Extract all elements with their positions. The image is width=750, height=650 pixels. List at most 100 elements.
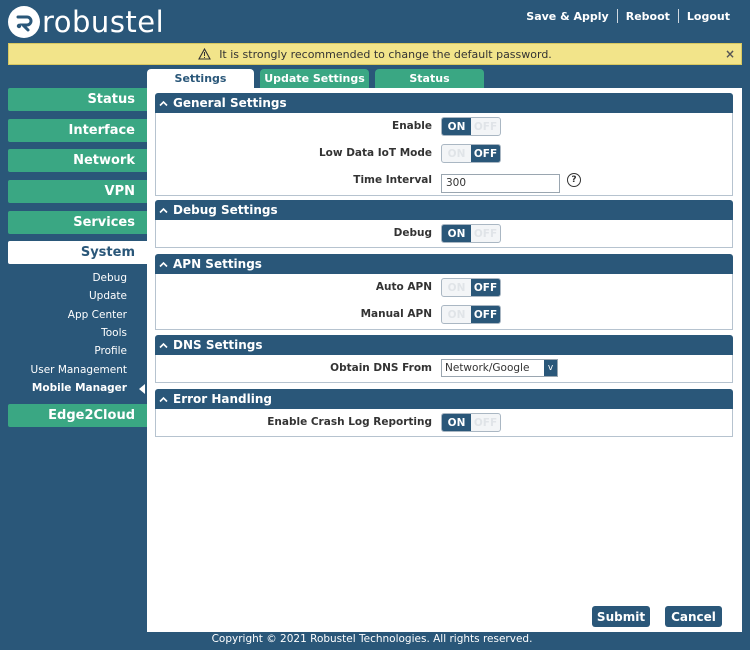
tab-update-settings[interactable]: Update Settings: [260, 69, 369, 88]
enable-toggle[interactable]: ON OFF: [441, 117, 501, 136]
password-warning-banner: It is strongly recommended to change the…: [8, 43, 742, 65]
submenu-update[interactable]: Update: [8, 287, 147, 305]
crash-log-toggle[interactable]: ON OFF: [441, 413, 501, 432]
auto-apn-toggle[interactable]: ON OFF: [441, 278, 501, 297]
time-interval-control: ?: [441, 171, 581, 193]
low-data-label: Low Data IoT Mode: [318, 147, 432, 159]
select-value: Network/Google: [445, 362, 530, 374]
tab-status[interactable]: Status: [375, 69, 484, 88]
sidebar-item-services[interactable]: Services: [8, 210, 147, 234]
toggle-on: ON: [442, 414, 471, 431]
toggle-off: OFF: [471, 306, 500, 323]
warning-triangle-icon: [198, 48, 212, 60]
system-submenu: Debug Update App Center Tools Profile Us…: [8, 269, 147, 397]
dns-settings-section: DNS Settings Obtain DNS From Network/Goo…: [155, 335, 733, 383]
section-title: Error Handling: [173, 392, 273, 406]
chevron-up-icon: [159, 207, 168, 214]
submenu-profile[interactable]: Profile: [8, 342, 147, 360]
logout-link[interactable]: Logout: [679, 10, 738, 23]
close-icon[interactable]: ×: [725, 47, 735, 61]
dns-settings-header[interactable]: DNS Settings: [155, 335, 733, 355]
toggle-on: ON: [447, 308, 466, 321]
general-settings-body: Enable ON OFF Low Data IoT Mode ON OFF T…: [155, 113, 733, 196]
general-settings-header[interactable]: General Settings: [155, 93, 733, 113]
apn-settings-header[interactable]: APN Settings: [155, 254, 733, 274]
toggle-off: OFF: [471, 145, 500, 162]
toggle-on: ON: [447, 281, 466, 294]
save-apply-link[interactable]: Save & Apply: [518, 10, 616, 23]
time-interval-label: Time Interval: [353, 174, 432, 186]
auto-apn-label: Auto APN: [375, 281, 432, 293]
obtain-dns-select[interactable]: Network/Google v: [441, 359, 558, 377]
sidebar-item-system[interactable]: System: [8, 241, 147, 265]
error-handling-section: Error Handling Enable Crash Log Reportin…: [155, 389, 733, 437]
sidebar-item-network[interactable]: Network: [8, 149, 147, 173]
obtain-dns-label: Obtain DNS From: [330, 362, 432, 374]
time-interval-input[interactable]: [441, 173, 560, 193]
help-icon[interactable]: ?: [567, 173, 581, 187]
tab-settings[interactable]: Settings: [147, 69, 254, 88]
manual-apn-toggle[interactable]: ON OFF: [441, 305, 501, 324]
section-title: General Settings: [173, 96, 287, 110]
dns-settings-body: Obtain DNS From Network/Google v: [155, 355, 733, 383]
submenu-debug[interactable]: Debug: [8, 269, 147, 287]
error-handling-header[interactable]: Error Handling: [155, 389, 733, 409]
sidebar-nav: Status Interface Network VPN Services Sy…: [8, 88, 147, 435]
auto-apn-row: Auto APN ON OFF: [156, 274, 732, 301]
section-title: DNS Settings: [173, 338, 263, 352]
toggle-off: OFF: [471, 279, 500, 296]
section-title: APN Settings: [173, 257, 262, 271]
crash-log-label: Enable Crash Log Reporting: [267, 416, 432, 428]
brand-name: robustel: [42, 4, 165, 39]
manual-apn-row: Manual APN ON OFF: [156, 301, 732, 328]
apn-settings-section: APN Settings Auto APN ON OFF Manual APN …: [155, 254, 733, 330]
enable-row: Enable ON OFF: [156, 113, 732, 140]
low-data-row: Low Data IoT Mode ON OFF: [156, 140, 732, 167]
chevron-up-icon: [159, 396, 168, 403]
crash-log-row: Enable Crash Log Reporting ON OFF: [156, 409, 732, 436]
time-interval-row: Time Interval ?: [156, 167, 732, 194]
reboot-link[interactable]: Reboot: [618, 10, 678, 23]
debug-label: Debug: [393, 227, 432, 239]
banner-message: It is strongly recommended to change the…: [219, 47, 552, 61]
robustel-logo-icon: [8, 6, 40, 38]
submenu-tools[interactable]: Tools: [8, 324, 147, 342]
general-settings-section: General Settings Enable ON OFF Low Data …: [155, 93, 733, 196]
submenu-user-management[interactable]: User Management: [8, 361, 147, 379]
toggle-on: ON: [442, 225, 471, 242]
toggle-on: ON: [447, 147, 466, 160]
toggle-off: OFF: [473, 120, 498, 133]
top-links: Save & Apply Reboot Logout: [518, 9, 738, 23]
toggle-off: OFF: [473, 416, 498, 429]
footer-copyright: Copyright © 2021 Robustel Technologies. …: [211, 633, 533, 645]
apn-settings-body: Auto APN ON OFF Manual APN ON OFF: [155, 274, 733, 330]
obtain-dns-row: Obtain DNS From Network/Google v: [156, 355, 732, 382]
toggle-on: ON: [442, 118, 471, 135]
cancel-button[interactable]: Cancel: [665, 606, 722, 627]
main-panel: General Settings Enable ON OFF Low Data …: [147, 88, 742, 632]
toggle-off: OFF: [473, 227, 498, 240]
submit-button[interactable]: Submit: [592, 606, 650, 627]
submenu-mobile-manager[interactable]: Mobile Manager: [8, 379, 147, 397]
sidebar-item-vpn[interactable]: VPN: [8, 180, 147, 204]
tab-bar: Settings Update Settings Status: [147, 69, 490, 88]
enable-label: Enable: [392, 120, 432, 132]
chevron-up-icon: [159, 261, 168, 268]
chevron-up-icon: [159, 100, 168, 107]
debug-settings-section: Debug Settings Debug ON OFF: [155, 200, 733, 248]
submenu-app-center[interactable]: App Center: [8, 306, 147, 324]
sidebar-item-interface[interactable]: Interface: [8, 118, 147, 142]
sidebar-item-edge2cloud[interactable]: Edge2Cloud: [8, 404, 147, 428]
sidebar-item-status[interactable]: Status: [8, 88, 147, 111]
low-data-toggle[interactable]: ON OFF: [441, 144, 501, 163]
error-handling-body: Enable Crash Log Reporting ON OFF: [155, 409, 733, 437]
debug-settings-body: Debug ON OFF: [155, 220, 733, 248]
debug-toggle[interactable]: ON OFF: [441, 224, 501, 243]
chevron-down-icon: v: [544, 360, 557, 376]
debug-row: Debug ON OFF: [156, 220, 732, 247]
debug-settings-header[interactable]: Debug Settings: [155, 200, 733, 220]
chevron-up-icon: [159, 342, 168, 349]
manual-apn-label: Manual APN: [360, 308, 432, 320]
brand-logo: robustel: [8, 4, 164, 40]
section-title: Debug Settings: [173, 203, 278, 217]
